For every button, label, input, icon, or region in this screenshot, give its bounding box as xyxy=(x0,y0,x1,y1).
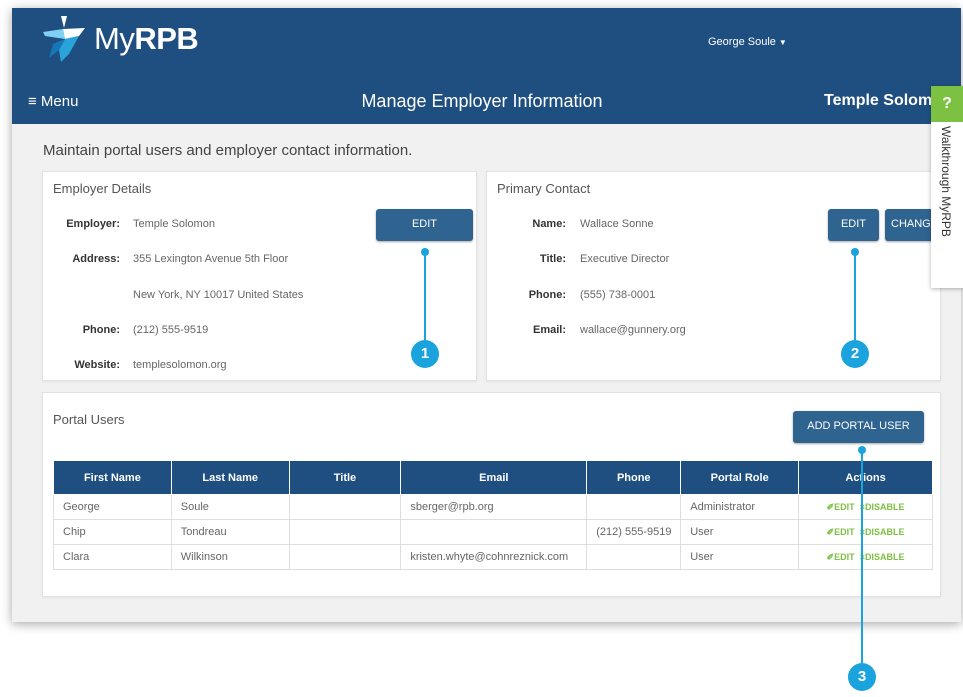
contact-name-label: Name: xyxy=(532,218,566,230)
disable-user-link[interactable]: ×DISABLE xyxy=(860,552,905,562)
address-line2: New York, NY 10017 United States xyxy=(133,289,304,301)
cell-email: sberger@rpb.org xyxy=(400,494,588,520)
column-header-actions: Actions xyxy=(798,460,933,495)
cell-title xyxy=(288,519,402,545)
address-label: Address: xyxy=(72,253,120,265)
edit-user-link[interactable]: ✐EDIT xyxy=(827,552,855,562)
cell-actions: ✐EDIT ×DISABLE xyxy=(798,544,933,570)
cell-title xyxy=(288,494,402,520)
cell-last-name: Wilkinson xyxy=(170,544,290,570)
contact-name-value: Wallace Sonne xyxy=(580,218,654,230)
contact-phone-label: Phone: xyxy=(528,289,566,301)
table-row: George Soule sberger@rpb.org Administrat… xyxy=(53,494,933,520)
employer-details-title: Employer Details xyxy=(53,181,152,196)
cell-actions: ✐EDIT ×DISABLE xyxy=(798,519,933,545)
page-title: Manage Employer Information xyxy=(361,91,603,111)
cell-email xyxy=(400,519,588,545)
column-header-email[interactable]: Email xyxy=(400,460,588,495)
callout-3-line xyxy=(861,450,863,663)
cell-portal-role: Administrator xyxy=(680,494,800,520)
add-portal-user-button[interactable]: ADD PORTAL USER xyxy=(793,411,924,443)
address-line1: 355 Lexington Avenue 5th Floor xyxy=(133,253,289,265)
cell-first-name: Chip xyxy=(53,519,172,545)
cell-phone xyxy=(586,544,682,570)
employer-value: Temple Solomon xyxy=(133,218,215,230)
contact-email-label: Email: xyxy=(532,324,566,336)
help-question-icon[interactable]: ? xyxy=(931,86,963,122)
contact-title-label: Title: xyxy=(539,253,566,265)
employer-label: Employer: xyxy=(66,218,120,230)
table-header-row: First Name Last Name Title Email Phone P… xyxy=(53,460,933,495)
callout-1-line xyxy=(424,252,426,340)
column-header-portal-role[interactable]: Portal Role xyxy=(680,460,800,495)
cell-portal-role: User xyxy=(680,544,800,570)
website-label: Website: xyxy=(74,359,120,371)
disable-user-link[interactable]: ×DISABLE xyxy=(860,502,905,512)
caret-down-icon: ▼ xyxy=(778,38,787,47)
contact-email-value: wallace@gunnery.org xyxy=(580,324,686,336)
edit-user-link[interactable]: ✐EDIT xyxy=(827,502,855,512)
website-value: templesolomon.org xyxy=(133,359,227,371)
cell-actions: ✐EDIT ×DISABLE xyxy=(798,494,933,520)
contact-phone-value: (555) 738-0001 xyxy=(580,289,656,301)
cell-phone xyxy=(586,494,682,520)
contact-title-value: Executive Director xyxy=(580,253,670,265)
employer-edit-button[interactable]: EDIT xyxy=(376,209,473,241)
cell-phone: (212) 555-9519 xyxy=(586,519,682,545)
walkthrough-tab[interactable]: ? Walkthrough MyRPB xyxy=(931,86,963,288)
primary-contact-card: Primary Contact EDIT CHANG Name: Wallace… xyxy=(486,171,945,381)
cell-first-name: Clara xyxy=(53,544,172,570)
column-header-phone[interactable]: Phone xyxy=(586,460,682,495)
cell-last-name: Soule xyxy=(170,494,290,520)
cell-last-name: Tondreau xyxy=(170,519,290,545)
table-row: Clara Wilkinson kristen.whyte@cohnreznic… xyxy=(53,544,933,570)
callout-3-badge: 3 xyxy=(848,663,876,691)
user-name: George Soule xyxy=(708,36,776,48)
intro-text: Maintain portal users and employer conta… xyxy=(43,142,413,159)
menu-button[interactable]: ≡ Menu xyxy=(28,93,78,110)
cell-title xyxy=(288,544,402,570)
myrpb-logo-text: MyRPB xyxy=(94,21,199,56)
primary-contact-title: Primary Contact xyxy=(497,181,591,196)
cell-portal-role: User xyxy=(680,519,800,545)
column-header-last-name[interactable]: Last Name xyxy=(170,460,290,495)
top-header: MyRPB George Soule ▼ ≡ Menu Manage Employ… xyxy=(12,8,961,124)
callout-2-badge: 2 xyxy=(841,340,869,368)
app-window: MyRPB George Soule ▼ ≡ Menu Manage Employ… xyxy=(12,8,961,622)
myrpb-logo-icon xyxy=(43,16,85,62)
table-row: Chip Tondreau (212) 555-9519 User ✐EDIT … xyxy=(53,519,933,545)
callout-1-badge: 1 xyxy=(411,340,439,368)
portal-users-card: Portal Users ADD PORTAL USER First Name … xyxy=(42,392,941,597)
employer-phone-value: (212) 555-9519 xyxy=(133,324,209,336)
cell-email: kristen.whyte@cohnreznick.com xyxy=(400,544,588,570)
column-header-title[interactable]: Title xyxy=(288,460,402,495)
employer-phone-label: Phone: xyxy=(82,324,120,336)
walkthrough-label: Walkthrough MyRPB xyxy=(939,126,953,237)
column-header-first-name[interactable]: First Name xyxy=(53,460,172,495)
portal-users-table: First Name Last Name Title Email Phone P… xyxy=(53,460,933,570)
edit-user-link[interactable]: ✐EDIT xyxy=(827,527,855,537)
cell-first-name: George xyxy=(53,494,172,520)
disable-user-link[interactable]: ×DISABLE xyxy=(860,527,905,537)
portal-users-title: Portal Users xyxy=(53,412,125,427)
callout-2-line xyxy=(854,252,856,340)
user-menu[interactable]: George Soule ▼ xyxy=(708,36,787,48)
contact-edit-button[interactable]: EDIT xyxy=(828,209,879,241)
